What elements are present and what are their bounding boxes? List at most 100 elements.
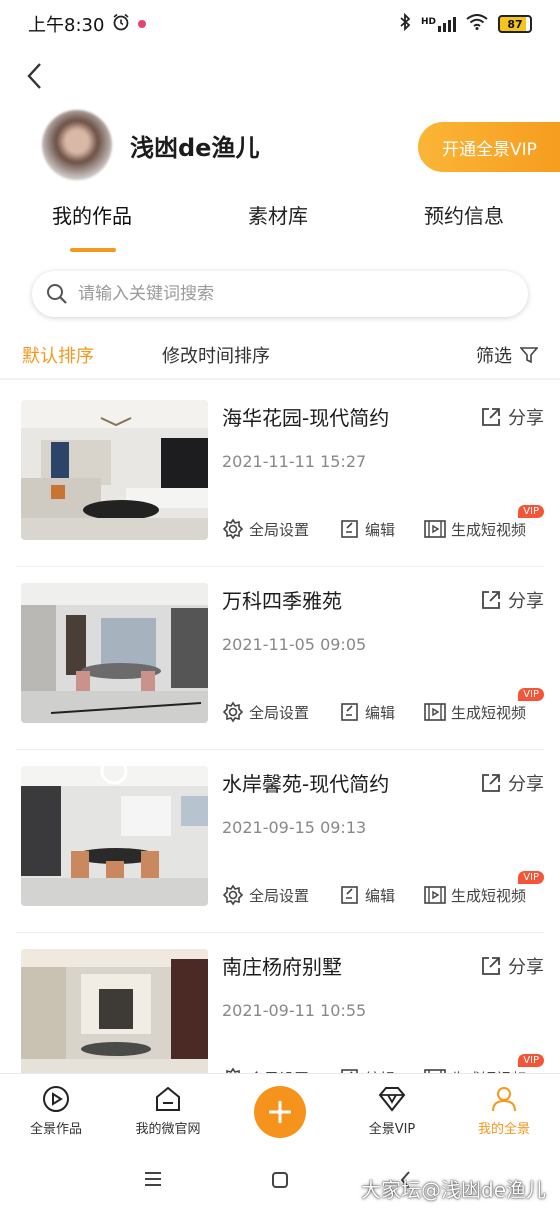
work-title: 南庄杨府别墅 (222, 955, 342, 979)
nav-label: 全景VIP (368, 1122, 416, 1137)
bottom-tab-bar: 全景作品 我的微官网 全景VIP 我的全景 (0, 1073, 560, 1145)
share-label: 分享 (508, 957, 544, 978)
open-vip-button[interactable]: 开通全景VIP (418, 122, 560, 172)
filter-button[interactable]: 筛选 (476, 342, 538, 368)
work-title: 海华花园-现代简约 (222, 406, 390, 430)
search-input[interactable] (78, 284, 478, 304)
share-icon (482, 957, 500, 975)
share-icon (482, 408, 500, 426)
edit-label: 编辑 (365, 886, 396, 905)
work-item[interactable]: 万科四季雅苑 分享 2021-11-05 09:05 全局设置 编辑 生成短视频… (0, 567, 560, 750)
work-actions: 全局设置 编辑 生成短视频 VIP (222, 504, 545, 540)
vip-badge: VIP (518, 504, 545, 518)
nav-label: 我的全景 (477, 1122, 530, 1137)
diamond-icon (378, 1087, 406, 1112)
share-icon (482, 591, 500, 609)
share-button[interactable]: 分享 (480, 587, 544, 613)
menu-icon (145, 1172, 161, 1186)
avatar[interactable] (42, 110, 112, 180)
settings-label: 全局设置 (249, 886, 310, 905)
tab-bar-top: 我的作品 素材库 预约信息 (0, 200, 560, 260)
status-bar: 上午8:30 HD 87 (0, 0, 560, 48)
work-thumbnail[interactable] (21, 949, 208, 1089)
work-item[interactable]: 海华花园-现代简约 分享 2021-11-11 15:27 全局设置 编辑 生成… (0, 384, 560, 567)
filter-label: 筛选 (476, 346, 512, 367)
edit-button[interactable]: 编辑 (340, 885, 424, 906)
notification-dot-icon (138, 20, 147, 28)
edit-button[interactable]: 编辑 (340, 702, 424, 723)
work-title: 万科四季雅苑 (222, 589, 342, 613)
username: 浅凼de渔儿 (130, 133, 260, 162)
work-thumbnail[interactable] (21, 583, 208, 723)
bluetooth-icon (399, 12, 411, 35)
work-thumbnail[interactable] (21, 400, 208, 540)
tab-appointments[interactable]: 预约信息 (424, 200, 504, 229)
signal-icon: HD (420, 16, 456, 32)
create-button[interactable] (254, 1086, 306, 1138)
home-button[interactable] (270, 1170, 290, 1194)
video-label: 生成短视频 (451, 703, 527, 722)
back-button[interactable] (20, 58, 48, 94)
generate-video-button[interactable]: 生成短视频 VIP (424, 870, 545, 906)
vip-badge: VIP (518, 687, 545, 701)
plus-icon (269, 1101, 291, 1123)
sort-modified-time[interactable]: 修改时间排序 (162, 342, 270, 368)
filter-icon (520, 347, 538, 364)
share-button[interactable]: 分享 (480, 404, 544, 430)
video-icon (424, 703, 446, 721)
global-settings-button[interactable]: 全局设置 (222, 518, 340, 540)
nav-my-panorama[interactable]: 我的全景 (448, 1084, 560, 1137)
gear-icon (222, 518, 244, 540)
edit-icon (341, 520, 358, 538)
video-icon (424, 886, 446, 904)
share-label: 分享 (508, 408, 544, 429)
play-circle-icon (43, 1086, 69, 1112)
work-item[interactable]: 水岸馨苑-现代简约 分享 2021-09-15 09:13 全局设置 编辑 生成… (0, 750, 560, 933)
video-icon (424, 520, 446, 538)
nav-label: 全景作品 (29, 1122, 82, 1137)
system-nav-bar: 大家坛@浅凼de渔儿 (0, 1146, 560, 1213)
search-bar[interactable] (32, 271, 528, 317)
nav-panorama-vip[interactable]: 全景VIP (336, 1084, 448, 1137)
settings-label: 全局设置 (249, 520, 310, 539)
gear-icon (222, 884, 244, 906)
vip-badge: VIP (518, 1053, 545, 1067)
menu-button[interactable] (142, 1170, 164, 1192)
global-settings-button[interactable]: 全局设置 (222, 884, 340, 906)
nav-panorama-works[interactable]: 全景作品 (0, 1084, 112, 1137)
share-button[interactable]: 分享 (480, 770, 544, 796)
wifi-icon (466, 14, 488, 34)
share-label: 分享 (508, 591, 544, 612)
nav-label: 我的微官网 (135, 1122, 201, 1137)
tab-material-library[interactable]: 素材库 (248, 200, 308, 229)
tab-my-works[interactable]: 我的作品 (52, 200, 132, 229)
chevron-left-icon (27, 63, 41, 89)
global-settings-button[interactable]: 全局设置 (222, 701, 340, 723)
network-type-label: HD (420, 16, 436, 27)
user-icon (492, 1087, 516, 1112)
generate-video-button[interactable]: 生成短视频 VIP (424, 687, 545, 723)
generate-video-button[interactable]: 生成短视频 VIP (424, 504, 545, 540)
work-date: 2021-09-11 10:55 (222, 1001, 367, 1020)
share-label: 分享 (508, 774, 544, 795)
work-actions: 全局设置 编辑 生成短视频 VIP (222, 870, 545, 906)
share-button[interactable]: 分享 (480, 953, 544, 979)
video-label: 生成短视频 (451, 520, 527, 539)
gear-icon (222, 701, 244, 723)
sort-default[interactable]: 默认排序 (22, 342, 94, 368)
edit-icon (341, 703, 358, 721)
edit-label: 编辑 (365, 520, 396, 539)
work-thumbnail[interactable] (21, 766, 208, 906)
battery-icon: 87 (498, 15, 532, 33)
work-date: 2021-09-15 09:13 (222, 818, 367, 837)
edit-label: 编辑 (365, 703, 396, 722)
edit-button[interactable]: 编辑 (340, 519, 424, 540)
profile-header: 浅凼de渔儿 (42, 110, 259, 180)
share-icon (482, 774, 500, 792)
sort-bar: 默认排序 修改时间排序 筛选 (0, 334, 560, 380)
square-icon (272, 1172, 288, 1188)
settings-label: 全局设置 (249, 703, 310, 722)
alarm-icon (112, 13, 130, 36)
work-title: 水岸馨苑-现代简约 (222, 772, 390, 796)
nav-my-microsite[interactable]: 我的微官网 (112, 1084, 224, 1137)
